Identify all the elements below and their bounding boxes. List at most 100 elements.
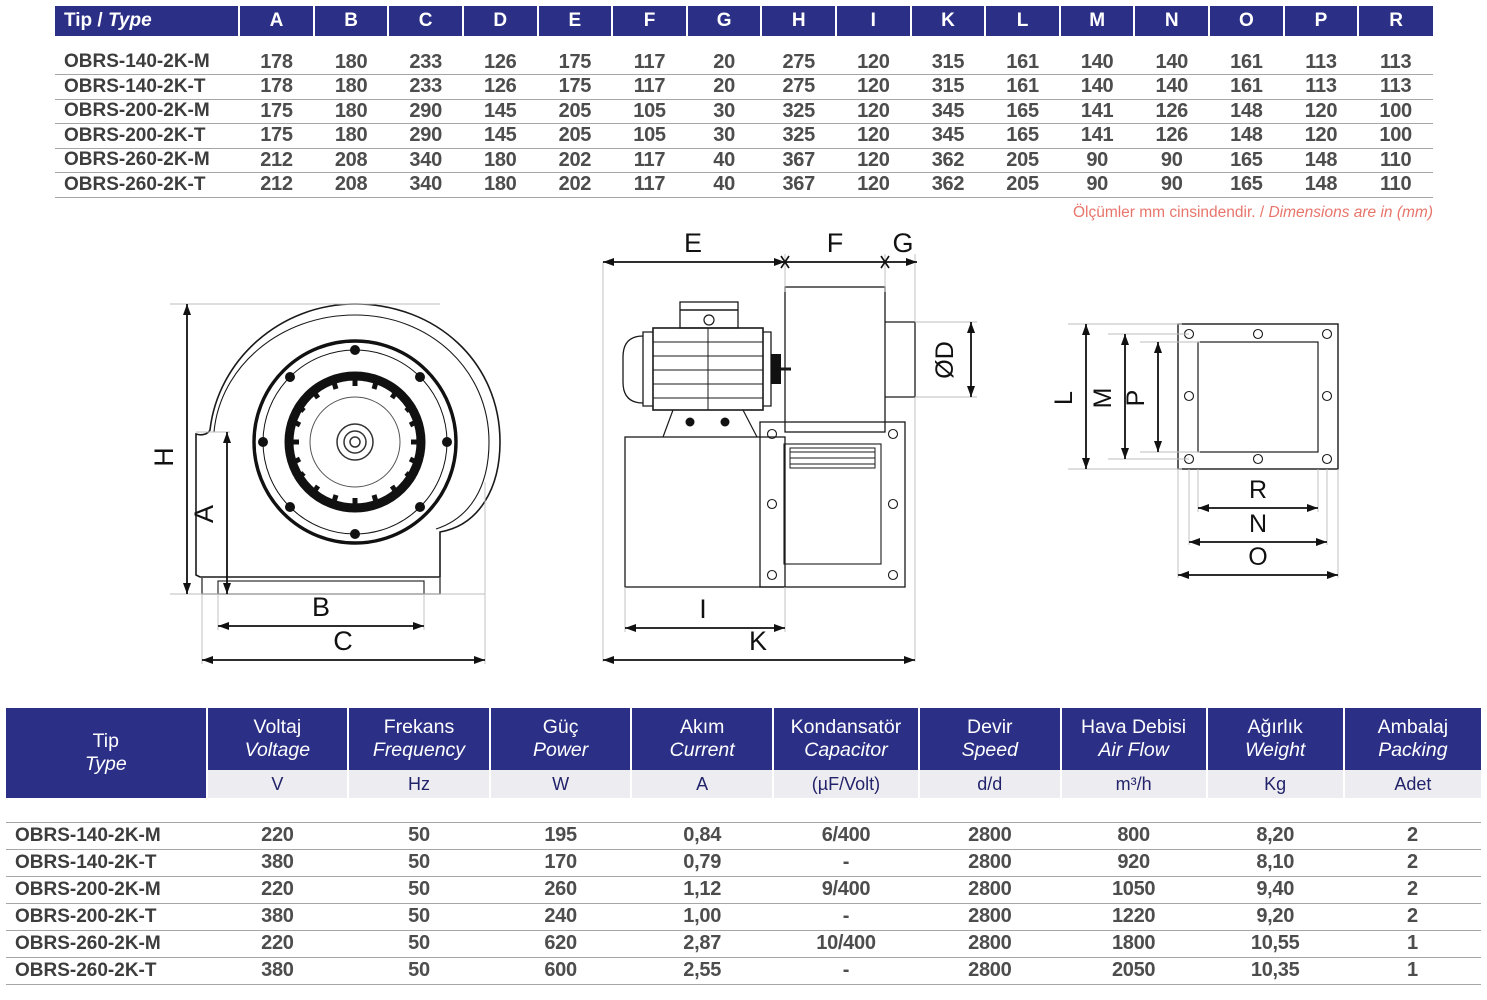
spec-cell-packing: 2 — [1343, 849, 1481, 877]
dimension-header-d: D — [461, 6, 539, 36]
flange-label-r: R — [1249, 476, 1267, 504]
spec-cell-frequency: 50 — [348, 876, 490, 904]
dimension-cell-k: 362 — [910, 148, 986, 173]
spec-header-airflow: Hava Debisi Air Flow — [1059, 708, 1208, 770]
dimension-cell-b: 180 — [313, 123, 389, 149]
technical-drawings: H A B C E F G ØD I K L M P R N O — [0, 232, 1487, 694]
spec-cell-speed: 2800 — [918, 903, 1061, 931]
dimension-cell-k: 315 — [910, 50, 986, 75]
dimension-cell-c: 290 — [388, 99, 463, 124]
flange-label-n: N — [1249, 510, 1267, 538]
dimension-cell-o: 148 — [1209, 123, 1284, 149]
outlet-flange-view: L M P R N O — [1050, 302, 1380, 592]
dimension-cell-g: 30 — [686, 123, 762, 149]
spec-cell-voltage: 220 — [206, 930, 349, 958]
table-row: OBRS-140-2K-T 380 50 170 0,79-2800 920 8,10 2 — [6, 849, 1481, 877]
top-view-label-f: F — [827, 232, 844, 258]
dimension-row-type: OBRS-260-2K-T — [55, 172, 240, 198]
dimension-cell-a: 212 — [239, 172, 314, 198]
dimension-header-a: A — [238, 6, 315, 36]
dimension-cell-p: 148 — [1283, 148, 1359, 173]
dimension-cell-n: 90 — [1134, 148, 1210, 173]
spec-header-row-1: Tip Type Voltaj Voltage Frekans Frequenc… — [6, 708, 1481, 798]
spec-cell-speed: 2800 — [918, 849, 1061, 877]
dimension-cell-n: 140 — [1134, 74, 1210, 100]
spec-cell-capacitor: 10/400 — [772, 930, 919, 958]
dimension-cell-m: 90 — [1059, 148, 1135, 173]
dimension-cell-e: 175 — [537, 74, 613, 100]
dimension-header-h: H — [760, 6, 838, 36]
dimension-cell-a: 175 — [239, 123, 314, 149]
spec-cell-packing: 1 — [1343, 930, 1481, 958]
spec-header-capacitor: Kondansatör Capacitor — [771, 708, 920, 770]
spec-gap-row — [6, 798, 1481, 822]
dimension-note-tr: Ölçümler mm cinsindendir. — [1072, 204, 1256, 221]
spec-header-weight: Ağırlık Weight — [1205, 708, 1345, 770]
dimension-row-type: OBRS-140-2K-T — [55, 74, 240, 100]
spec-cell-voltage: 380 — [206, 903, 349, 931]
dimension-cell-k: 345 — [910, 123, 986, 149]
dimension-header-i: I — [835, 6, 912, 36]
spec-cell-air-flow: 920 — [1060, 849, 1207, 877]
front-view-label-a: A — [189, 505, 219, 523]
dimension-table-head: Tip / Type A B C D E F G H I K L M N O P… — [55, 6, 1433, 36]
dimension-spacer-row — [55, 36, 1433, 50]
spec-cell-weight: 10,35 — [1206, 957, 1344, 985]
spec-cell-packing: 2 — [1343, 876, 1481, 904]
spec-cell-frequency: 50 — [348, 957, 490, 985]
dimension-cell-l: 161 — [985, 74, 1060, 100]
dimension-cell-e: 202 — [537, 148, 613, 173]
dimension-cell-i: 120 — [836, 50, 911, 75]
top-view-label-i: I — [699, 594, 707, 624]
top-view-label-g: G — [892, 232, 913, 258]
dimension-table: Tip / Type A B C D E F G H I K L M N O P… — [55, 6, 1433, 198]
spec-cell-packing: 2 — [1343, 903, 1481, 931]
dimension-cell-i: 120 — [836, 99, 911, 124]
spec-unit-packing: Adet — [1342, 770, 1481, 798]
table-row: OBRS-260-2K-T 380 50 600 2,55-2800 2050 10,35 1 — [6, 957, 1481, 985]
dimension-note: Ölçümler mm cinsindendir. / Dimensions a… — [1072, 204, 1433, 221]
table-row: OBRS-140-2K-M 220 50 195 0,84 6/400 2800 800 8,2… — [6, 821, 1481, 850]
spec-row-type: OBRS-140-2K-M — [6, 821, 207, 850]
spec-table: Tip Type Voltaj Voltage Frekans Frequenc… — [6, 708, 1481, 985]
spec-cell-current: 2,55 — [631, 957, 773, 985]
dimension-cell-h: 367 — [761, 172, 837, 198]
dimension-cell-f: 117 — [612, 148, 687, 173]
spec-row-type: OBRS-200-2K-M — [6, 876, 207, 904]
dimension-cell-c: 233 — [388, 74, 463, 100]
dimension-row-type: OBRS-200-2K-T — [55, 123, 240, 149]
dimension-header-n: N — [1133, 6, 1211, 36]
dimension-header-c: C — [387, 6, 464, 36]
table-row: OBRS-200-2K-M 175 180 290 145 205 105 30 325 120 3… — [55, 99, 1433, 124]
spec-cell-voltage: 220 — [206, 876, 349, 904]
dimension-cell-d: 126 — [462, 74, 538, 100]
dimension-cell-f: 105 — [612, 123, 687, 149]
dimension-cell-p: 120 — [1283, 123, 1359, 149]
dimension-cell-b: 208 — [313, 148, 389, 173]
dimension-cell-n: 140 — [1134, 50, 1210, 75]
dimension-header-o: O — [1208, 6, 1285, 36]
dimension-header-m: M — [1058, 6, 1136, 36]
dimension-note-en: Dimensions are in (mm) — [1268, 204, 1433, 221]
spec-cell-frequency: 50 — [348, 930, 490, 958]
spec-table-container: Tip Type Voltaj Voltage Frekans Frequenc… — [6, 708, 1481, 985]
spec-cell-air-flow: 1220 — [1060, 903, 1207, 931]
spec-cell-weight: 9,20 — [1206, 903, 1344, 931]
spec-header-row-2-units: V Hz W A (µF/Volt) d/d m³/h Kg Adet — [6, 770, 1481, 798]
spec-cell-weight: 9,40 — [1206, 876, 1344, 904]
spec-cell-weight: 10,55 — [1206, 930, 1344, 958]
front-view-label-b: B — [312, 592, 330, 622]
dimension-cell-b: 208 — [313, 172, 389, 198]
spec-cell-speed: 2800 — [918, 876, 1061, 904]
spec-header-packing: Ambalaj Packing — [1342, 708, 1481, 770]
table-row: OBRS-200-2K-M 220 50 260 1,12 9/400 2800 1050 9,… — [6, 876, 1481, 904]
flange-label-p: P — [1122, 390, 1150, 407]
dimension-header-b: B — [312, 6, 390, 36]
spec-cell-voltage: 380 — [206, 957, 349, 985]
spec-cell-current: 1,00 — [631, 903, 773, 931]
spec-cell-weight: 8,20 — [1206, 821, 1344, 850]
dimension-cell-h: 275 — [761, 74, 837, 100]
dimension-cell-c: 340 — [388, 148, 463, 173]
dimension-cell-n: 126 — [1134, 123, 1210, 149]
spec-cell-power: 240 — [489, 903, 632, 931]
